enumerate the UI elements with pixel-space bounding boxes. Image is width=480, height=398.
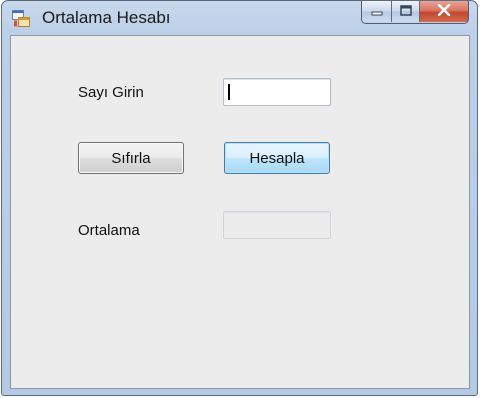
minimize-icon	[371, 3, 383, 21]
client-area: Sayı Girin Sıfırla Hesapla Ortalama	[10, 35, 470, 389]
close-icon	[437, 3, 451, 21]
close-button[interactable]	[420, 1, 468, 22]
calculate-button[interactable]: Hesapla	[224, 142, 330, 174]
title-bar[interactable]: Ortalama Hesabı	[2, 1, 477, 35]
result-field[interactable]	[223, 211, 331, 239]
app-icon[interactable]	[12, 10, 30, 28]
minimize-button[interactable]	[362, 1, 392, 22]
window-controls	[361, 1, 469, 24]
text-caret	[228, 84, 230, 100]
number-input[interactable]	[223, 78, 331, 106]
maximize-button[interactable]	[392, 1, 420, 22]
reset-button[interactable]: Sıfırla	[78, 142, 184, 174]
result-label: Ortalama	[78, 222, 140, 239]
maximize-icon	[399, 3, 412, 21]
window-title: Ortalama Hesabı	[42, 8, 171, 27]
input-label: Sayı Girin	[78, 84, 144, 101]
app-window: Ortalama Hesabı Sayı Girin Sıfırla Hesap…	[1, 0, 478, 396]
